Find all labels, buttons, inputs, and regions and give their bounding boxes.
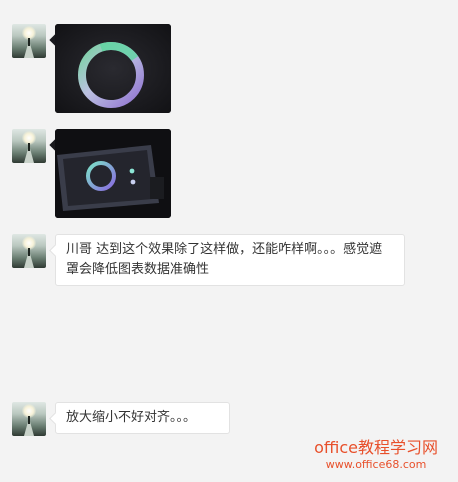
person-figure xyxy=(28,248,30,256)
site-watermark: office教程学习网 www.office68.com xyxy=(314,438,438,472)
person-figure xyxy=(28,38,30,46)
avatar[interactable] xyxy=(12,234,46,268)
donut-photo xyxy=(55,24,171,113)
avatar[interactable] xyxy=(12,129,46,163)
image-message-laptop[interactable] xyxy=(55,129,171,218)
message-text: 川哥 达到这个效果除了这样做，还能咋样啊。。。感觉遮罩会降低图表数据准确性 xyxy=(66,242,383,277)
avatar[interactable] xyxy=(12,24,46,58)
watermark-url: www.office68.com xyxy=(325,458,427,471)
watermark-title: office教程学习网 xyxy=(314,438,438,457)
person-figure xyxy=(28,416,30,424)
image-message-donut[interactable] xyxy=(55,24,171,113)
text-message-bubble[interactable]: 放大缩小不好对齐。。。 xyxy=(55,402,230,434)
text-message-bubble[interactable]: 川哥 达到这个效果除了这样做，还能咋样啊。。。感觉遮罩会降低图表数据准确性 xyxy=(55,234,405,286)
laptop-photo xyxy=(55,129,171,218)
person-figure xyxy=(28,143,30,151)
message-text: 放大缩小不好对齐。。。 xyxy=(66,410,197,425)
avatar[interactable] xyxy=(12,402,46,436)
